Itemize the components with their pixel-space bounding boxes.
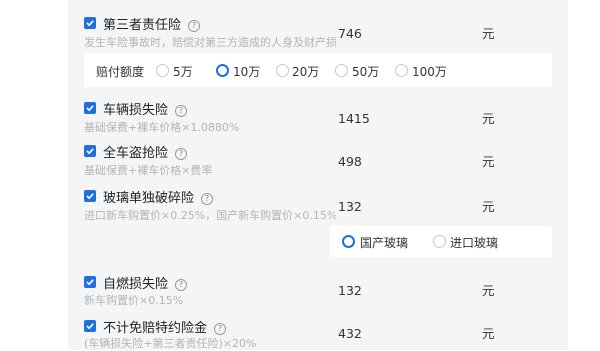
premium-field: 132 元 bbox=[338, 278, 552, 304]
checkmark-icon bbox=[86, 279, 94, 286]
radio-20w[interactable] bbox=[276, 64, 289, 77]
radio-label[interactable]: 50万 bbox=[352, 63, 379, 80]
premium-value: 1415 bbox=[338, 111, 370, 126]
premium-unit: 元 bbox=[482, 283, 495, 298]
item-description: 基础保费+裸车价格×费率 bbox=[84, 164, 213, 177]
radio-imported-glass[interactable] bbox=[433, 235, 446, 248]
item-description: 基础保费+裸车价格×1.0880% bbox=[84, 121, 240, 134]
checkbox-vehicle-damage[interactable] bbox=[84, 102, 96, 114]
checkbox-theft[interactable] bbox=[84, 145, 96, 157]
help-icon[interactable]: ? bbox=[201, 193, 214, 205]
premium-field: 1415 元 bbox=[338, 106, 552, 132]
premium-unit: 元 bbox=[482, 26, 495, 41]
radio-label[interactable]: 20万 bbox=[292, 63, 319, 80]
glass-type-group: 国产玻璃 进口玻璃 bbox=[330, 226, 552, 257]
radio-label[interactable]: 5万 bbox=[173, 63, 193, 80]
item-title: 全车盗抢险? bbox=[103, 142, 188, 161]
premium-field: 746 元 bbox=[338, 21, 552, 47]
liability-amount-group: 赔付额度 5万 10万 20万 50万 100万 bbox=[84, 53, 552, 87]
premium-field: 432 元 bbox=[338, 321, 552, 347]
premium-unit: 元 bbox=[482, 111, 495, 126]
checkmark-icon bbox=[86, 323, 94, 330]
item-description: 进口新车购置价×0.25%，国产新车购置价×0.15% bbox=[84, 209, 336, 222]
item-title: 自燃损失险? bbox=[103, 273, 188, 292]
premium-unit: 元 bbox=[482, 199, 495, 214]
item-description: 发生车险事故时，赔偿对第三方造成的人身及财产损失 bbox=[84, 36, 336, 49]
premium-value: 432 bbox=[338, 326, 362, 341]
premium-unit: 元 bbox=[482, 326, 495, 341]
checkbox-spontaneous-combustion[interactable] bbox=[84, 276, 96, 288]
help-icon[interactable]: ? bbox=[175, 148, 188, 160]
premium-unit: 元 bbox=[482, 154, 495, 169]
help-icon[interactable]: ? bbox=[214, 323, 227, 335]
premium-value: 132 bbox=[338, 199, 362, 214]
checkbox-glass[interactable] bbox=[84, 190, 96, 202]
premium-field: 132 元 bbox=[338, 194, 552, 220]
item-title: 不计免赔特约险金? bbox=[103, 317, 227, 336]
premium-field: 498 元 bbox=[338, 149, 552, 175]
item-title: 第三者责任险? bbox=[103, 14, 201, 33]
radio-label[interactable]: 10万 bbox=[233, 63, 260, 80]
checkbox-third-party[interactable] bbox=[84, 17, 96, 29]
item-title: 车辆损失险? bbox=[103, 99, 188, 118]
help-icon[interactable]: ? bbox=[188, 20, 201, 32]
help-icon[interactable]: ? bbox=[175, 105, 188, 117]
radio-10w[interactable] bbox=[216, 64, 229, 77]
radio-50w[interactable] bbox=[335, 64, 348, 77]
radio-label[interactable]: 国产玻璃 bbox=[360, 234, 408, 251]
radio-domestic-glass[interactable] bbox=[342, 235, 355, 248]
item-title: 玻璃单独破碎险? bbox=[103, 187, 214, 206]
premium-value: 498 bbox=[338, 154, 362, 169]
liability-label: 赔付额度 bbox=[96, 65, 145, 79]
radio-label[interactable]: 100万 bbox=[412, 63, 447, 80]
checkmark-icon bbox=[86, 105, 94, 112]
item-description: (车辆损失险+第三者责任险)×20% bbox=[84, 337, 257, 350]
radio-100w[interactable] bbox=[395, 64, 408, 77]
item-description: 新车购置价×0.15% bbox=[84, 294, 184, 307]
checkmark-icon bbox=[86, 148, 94, 155]
radio-5w[interactable] bbox=[156, 64, 169, 77]
checkmark-icon bbox=[86, 20, 94, 27]
radio-label[interactable]: 进口玻璃 bbox=[450, 234, 498, 251]
checkbox-deductible-waiver[interactable] bbox=[84, 320, 96, 332]
help-icon[interactable]: ? bbox=[175, 279, 188, 291]
premium-value: 746 bbox=[338, 26, 362, 41]
premium-value: 132 bbox=[338, 283, 362, 298]
checkmark-icon bbox=[86, 193, 94, 200]
